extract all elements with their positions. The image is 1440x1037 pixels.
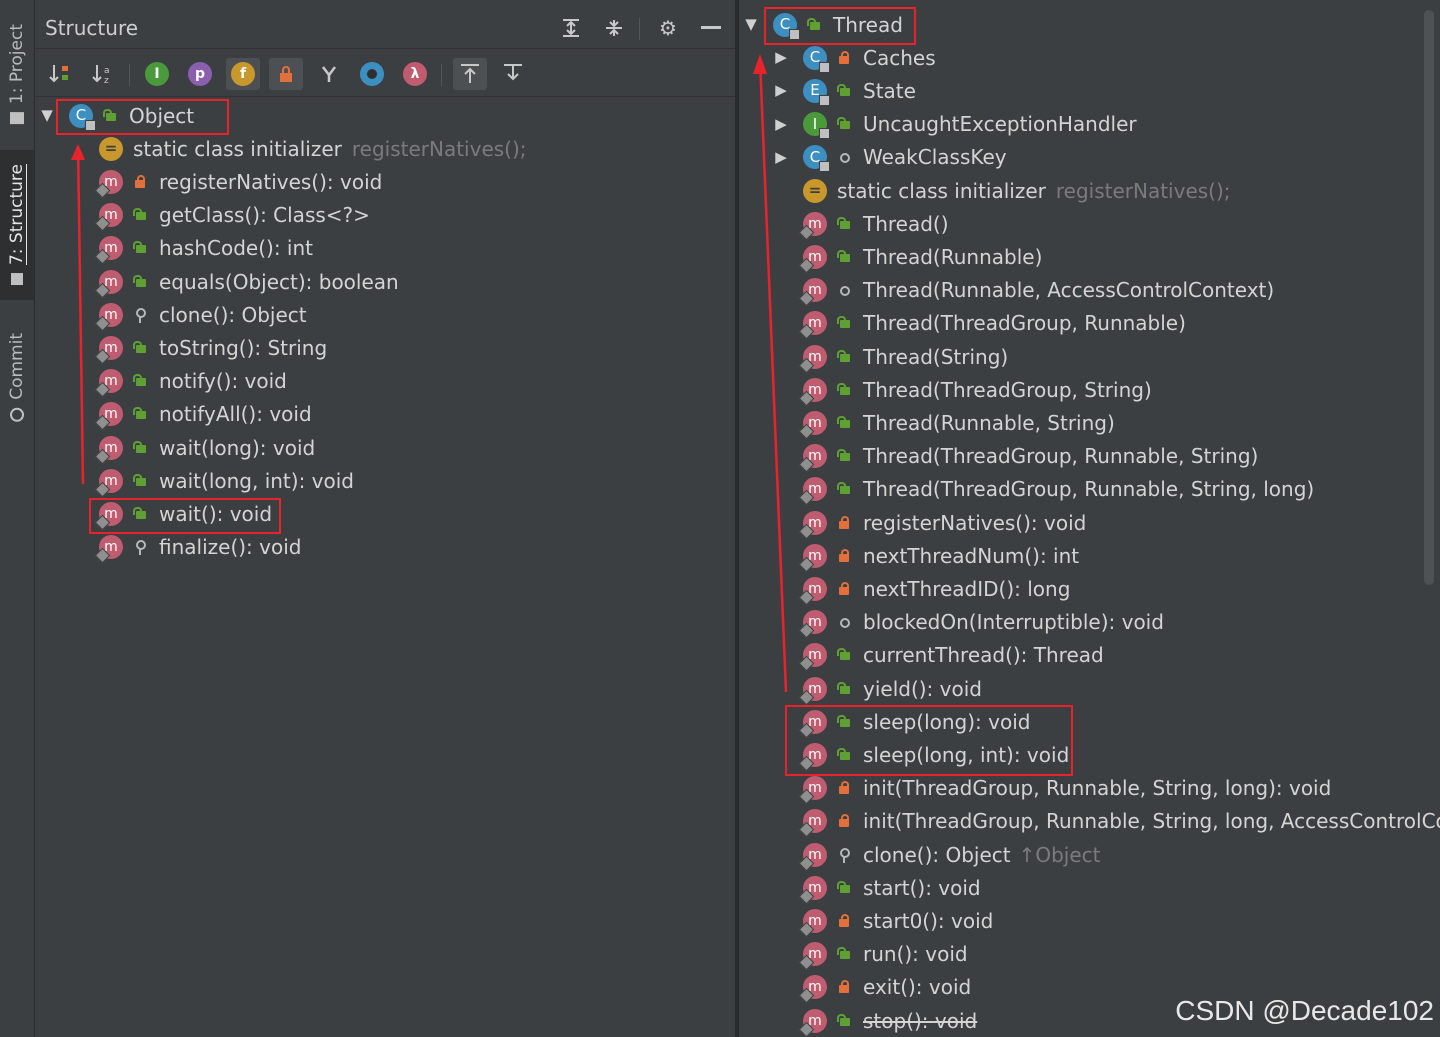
sidebar-tab-project-label: 1: Project (7, 23, 27, 105)
thread-structure-panel: ▼ C Thread ▶ C Caches ▶ E State ▶ I UncaughtExcepti… (739, 0, 1440, 1037)
watermark: CSDN @Decade102 (1175, 995, 1434, 1026)
annotation-arrow-right (753, 54, 788, 693)
tool-window-sidebar: 1: Project 7: Structure Commit (0, 0, 35, 1037)
structure-icon (11, 273, 23, 286)
sidebar-tab-project[interactable]: 1: Project (0, 14, 34, 134)
sidebar-tab-commit[interactable]: Commit (0, 320, 34, 435)
commit-icon (10, 407, 24, 422)
folder-icon (10, 112, 24, 125)
sidebar-tab-commit-label: Commit (7, 333, 27, 400)
sidebar-tab-structure-label: 7: Structure (7, 164, 27, 266)
sidebar-tab-structure[interactable]: 7: Structure (0, 150, 34, 300)
structure-panel: Structure ⚙ az I p f λ ▼ C Object = stat… (35, 0, 735, 1037)
annotation-arrow-left (71, 144, 85, 485)
